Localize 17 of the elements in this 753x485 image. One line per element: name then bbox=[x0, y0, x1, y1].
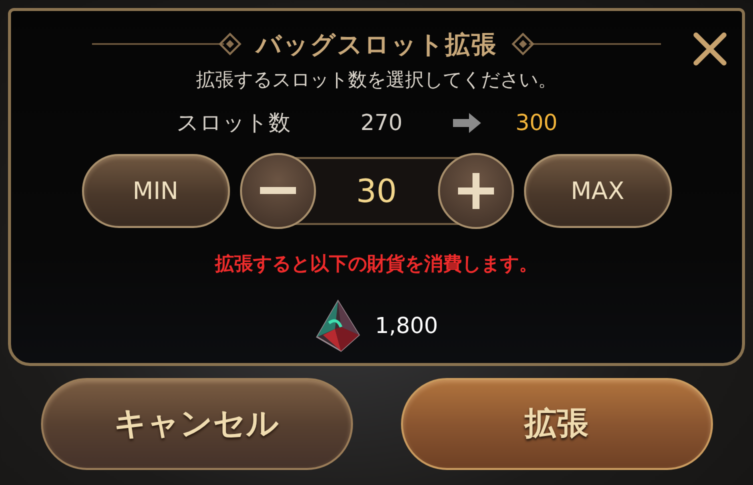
cost-amount: 1,800 bbox=[375, 314, 438, 338]
plus-icon bbox=[458, 173, 494, 209]
gem-icon bbox=[315, 299, 361, 353]
warning-text: 拡張すると以下の財貨を消費します。 bbox=[215, 252, 538, 277]
ornament-icon bbox=[92, 32, 242, 56]
arrow-right-icon bbox=[452, 113, 480, 133]
dialog-title: バッグスロット拡張 bbox=[256, 28, 497, 60]
expand-button[interactable]: 拡張 bbox=[400, 378, 712, 470]
max-button[interactable]: MAX bbox=[524, 154, 672, 228]
cancel-button[interactable]: キャンセル bbox=[40, 378, 352, 470]
new-slot-count: 300 bbox=[516, 110, 558, 136]
slot-label: スロット数 bbox=[176, 110, 290, 138]
minus-icon bbox=[260, 187, 296, 195]
instruction-text: 拡張するスロット数を選択してください。 bbox=[196, 68, 557, 93]
min-button[interactable]: MIN bbox=[82, 154, 230, 228]
current-slot-count: 270 bbox=[360, 110, 402, 136]
ornament-icon bbox=[511, 32, 661, 56]
